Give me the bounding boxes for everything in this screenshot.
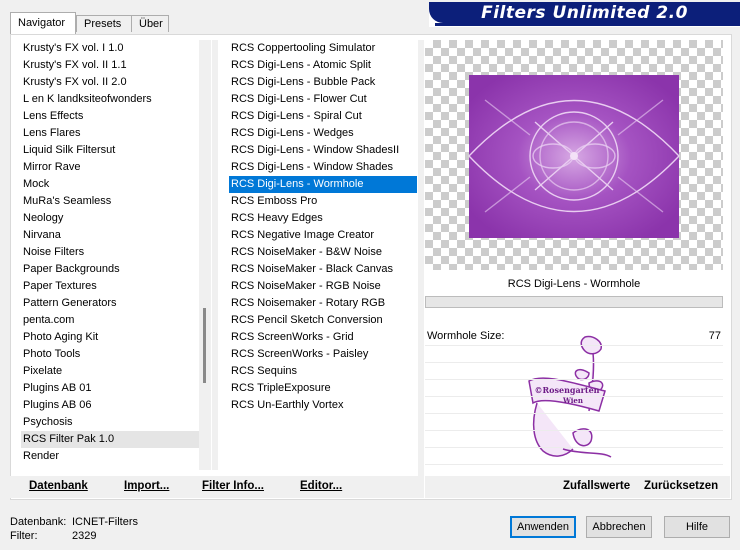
filter-list-item[interactable]: RCS Heavy Edges [229,210,417,227]
filter-list-item[interactable]: RCS Digi-Lens - Wedges [229,125,417,142]
param-row-line [425,362,723,363]
category-list-item[interactable]: L en K landksiteofwonders [21,91,199,108]
parameter-panel: Wormhole Size: 77 ©Rosengarten Wien [425,327,723,482]
category-scrollbar[interactable] [199,40,211,470]
filter-list-item[interactable]: RCS Digi-Lens - Wormhole [229,176,417,193]
apply-button[interactable]: Anwenden [510,516,576,538]
category-list-item[interactable]: Nirvana [21,227,199,244]
filter-list-item[interactable]: RCS Digi-Lens - Window ShadesII [229,142,417,159]
category-list-item[interactable]: Photo Aging Kit [21,329,199,346]
progress-bar [425,296,723,308]
param-row-line [425,413,723,414]
watermark-logo: ©Rosengarten Wien [528,335,612,458]
reset-button[interactable]: Zurücksetzen [644,476,718,496]
filter-info-button[interactable]: Filter Info... [202,476,264,496]
category-list-item[interactable]: Krusty's FX vol. II 2.0 [21,74,199,91]
toolbar-left: Datenbank Import... Filter Info... Edito… [10,476,418,498]
datenbank-button[interactable]: Datenbank [29,476,88,496]
filter-list-item[interactable]: RCS Digi-Lens - Spiral Cut [229,108,417,125]
category-list-item[interactable]: Mirror Rave [21,159,199,176]
filter-count-value: 2329 [72,530,97,542]
preview-separator [418,40,424,498]
help-button[interactable]: Hilfe [664,516,730,538]
app-banner: Filters Unlimited 2.0 [429,2,740,27]
param-value[interactable]: 77 [709,330,721,342]
filter-list-item[interactable]: RCS Emboss Pro [229,193,417,210]
filter-list-item[interactable]: RCS Digi-Lens - Flower Cut [229,91,417,108]
filter-list-item[interactable]: RCS Pencil Sketch Conversion [229,312,417,329]
filter-list-item[interactable]: RCS NoiseMaker - B&W Noise [229,244,417,261]
category-list-item[interactable]: Krusty's FX vol. I 1.0 [21,40,199,57]
category-list-item[interactable]: Pattern Generators [21,295,199,312]
category-list-item[interactable]: penta.com [21,312,199,329]
db-value: ICNET-Filters [72,516,138,528]
filter-list[interactable]: RCS Coppertooling Simulator RCS Digi-Lens… [229,40,417,470]
cancel-button[interactable]: Abbrechen [586,516,652,538]
filter-list-item[interactable]: RCS NoiseMaker - Black Canvas [229,261,417,278]
category-list-item[interactable]: Plugins AB 06 [21,397,199,414]
param-row-line [425,379,723,380]
toolbar-right: Zufallswerte Zurücksetzen [425,476,730,498]
category-list-item[interactable]: Liquid Silk Filtersut [21,142,199,159]
category-list-item[interactable]: Plugins AB 01 [21,380,199,397]
list-separator [212,40,218,470]
category-list-item[interactable]: Neology [21,210,199,227]
category-list-item[interactable]: Mock [21,176,199,193]
tab-navigator[interactable]: Navigator [10,12,76,34]
filter-list-item[interactable]: RCS Un-Earthly Vortex [229,397,417,414]
param-row-line [425,447,723,448]
preview-image [468,75,680,238]
filter-count-label: Filter: [10,530,38,542]
filter-list-item[interactable]: RCS Noisemaker - Rotary RGB [229,295,417,312]
filter-list-item[interactable]: RCS ScreenWorks - Grid [229,329,417,346]
category-list-item[interactable]: RCS Filter Pak 1.0 [21,431,199,448]
status-area: Datenbank: ICNET-Filters Filter: 2329 [10,515,138,543]
tab-uber[interactable]: Über [131,15,169,32]
category-list-item[interactable]: Lens Flares [21,125,199,142]
param-label: Wormhole Size: [427,330,505,342]
category-list-item[interactable]: Pixelate [21,363,199,380]
category-scrollbar-thumb[interactable] [203,308,206,383]
category-list-item[interactable]: Paper Textures [21,278,199,295]
param-row-line [425,430,723,431]
category-list-item[interactable]: Lens Effects [21,108,199,125]
category-list-item[interactable]: MuRa's Seamless [21,193,199,210]
filter-list-item[interactable]: RCS Coppertooling Simulator [229,40,417,57]
filter-list-item[interactable]: RCS Sequins [229,363,417,380]
param-row-line [425,396,723,397]
import-button[interactable]: Import... [124,476,169,496]
filter-list-item[interactable]: RCS TripleExposure [229,380,417,397]
watermark-text-1: ©Rosengarten [535,385,600,395]
filter-list-item[interactable]: RCS Negative Image Creator [229,227,417,244]
param-row-line [425,345,723,346]
editor-button[interactable]: Editor... [300,476,342,496]
category-list-item[interactable]: Noise Filters [21,244,199,261]
filter-list-item[interactable]: RCS ScreenWorks - Paisley [229,346,417,363]
filter-list-item[interactable]: RCS NoiseMaker - RGB Noise [229,278,417,295]
preview-filter-name: RCS Digi-Lens - Wormhole [425,274,723,294]
category-list[interactable]: Krusty's FX vol. I 1.0 Krusty's FX vol. I… [21,40,199,470]
watermark-text-2: Wien [562,396,583,405]
db-label: Datenbank: [10,516,67,528]
filter-list-item[interactable]: RCS Digi-Lens - Window Shades [229,159,417,176]
category-list-item[interactable]: Photo Tools [21,346,199,363]
filter-list-item[interactable]: RCS Digi-Lens - Atomic Split [229,57,417,74]
category-list-item[interactable]: Krusty's FX vol. II 1.1 [21,57,199,74]
app-title: Filters Unlimited 2.0 [481,3,688,23]
param-row-line [425,464,723,465]
random-values-button[interactable]: Zufallswerte [563,476,630,496]
preview-area[interactable] [425,40,723,270]
category-list-item[interactable]: Render [21,448,199,465]
category-list-item[interactable]: Paper Backgrounds [21,261,199,278]
category-list-item[interactable]: Psychosis [21,414,199,431]
filter-list-item[interactable]: RCS Digi-Lens - Bubble Pack [229,74,417,91]
